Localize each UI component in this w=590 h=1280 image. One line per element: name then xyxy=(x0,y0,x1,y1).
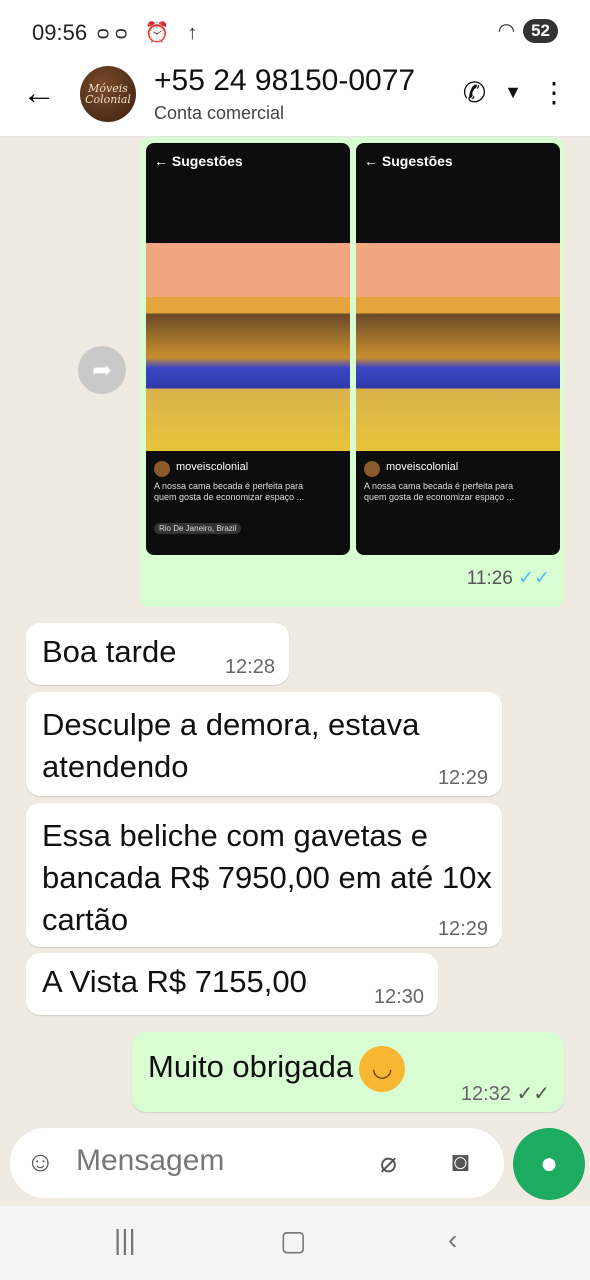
message-bubble[interactable]: Desculpe a demora, estava atendendo 12:2… xyxy=(26,692,502,796)
status-bar: 09:56 ᴑᴑ ⏰ ↑ ◠ 52 xyxy=(0,0,590,60)
contact-subtitle: Conta comercial xyxy=(154,103,285,123)
message-bubble[interactable]: Essa beliche com gavetas e bancada R$ 79… xyxy=(26,803,502,947)
message-input[interactable]: Mensagem xyxy=(76,1144,224,1178)
bunk-bed-photo xyxy=(356,243,560,451)
status-right: ◠ 52 xyxy=(498,18,558,43)
message-text: Muito obrigada ◡ xyxy=(148,1046,406,1092)
message-bubble[interactable]: A Vista R$ 7155,00 12:30 xyxy=(26,953,438,1015)
message-time: 12:28 xyxy=(224,656,275,678)
forward-icon[interactable]: ➦ xyxy=(78,346,126,394)
message-time: 12:29 xyxy=(437,767,488,789)
bunk-bed-photo xyxy=(146,243,350,451)
sticker-icon[interactable]: ☺ xyxy=(26,1146,55,1178)
back-nav-icon[interactable]: ‹ xyxy=(448,1224,457,1256)
dropdown-icon[interactable]: ▼ xyxy=(504,82,522,103)
message-bubble[interactable]: Boa tarde 12:28 xyxy=(26,623,289,685)
more-options-icon[interactable]: ⋮ xyxy=(540,76,568,109)
back-arrow-icon[interactable]: ← xyxy=(22,74,56,113)
screenshot-image-1[interactable]: ← Sugestões moveiscolonial A nossa cama … xyxy=(146,143,350,555)
message-text: Essa beliche com gavetas e bancada R$ 79… xyxy=(42,818,492,937)
message-time: 12:32 ✓✓ xyxy=(460,1083,550,1105)
message-time: 12:30 xyxy=(373,986,424,1008)
shot-title: ← Sugestões xyxy=(364,153,453,169)
battery-badge: 52 xyxy=(523,18,558,43)
delivered-ticks-icon: ✓✓ xyxy=(516,1083,550,1105)
shot-account: moveiscolonial xyxy=(176,461,249,473)
mic-icon: ● xyxy=(539,1147,559,1180)
contact-name[interactable]: +55 24 98150-0077 xyxy=(154,64,415,98)
wifi-icon: ◠ xyxy=(497,20,516,42)
shot-caption: A nossa cama becada é perfeita para quem… xyxy=(154,481,305,502)
avatar[interactable]: Móveis Colonial xyxy=(80,66,136,122)
image-message[interactable]: ← Sugestões moveiscolonial A nossa cama … xyxy=(140,137,564,607)
avatar-logo-text: Móveis Colonial xyxy=(85,82,131,106)
attach-icon[interactable]: ⌀ xyxy=(380,1146,397,1179)
account-avatar xyxy=(154,461,170,477)
shot-account: moveiscolonial xyxy=(386,461,459,473)
chat-area: ➦ ← Sugestões moveiscolonial A nossa cam… xyxy=(0,137,590,1127)
home-icon[interactable]: ▢ xyxy=(280,1224,306,1257)
phone-icon[interactable]: ✆ xyxy=(463,76,486,109)
message-text: A Vista R$ 7155,00 xyxy=(42,964,307,999)
smiling-emoji-icon: ◡ xyxy=(359,1046,406,1092)
header-actions: ✆ ▼ ⋮ xyxy=(463,76,568,109)
message-time: 12:29 xyxy=(437,918,488,940)
account-avatar xyxy=(364,461,380,477)
recent-apps-icon[interactable]: ||| xyxy=(114,1224,136,1256)
shot-title: ← Sugestões xyxy=(154,153,243,169)
camera-icon[interactable]: ◙ xyxy=(452,1146,469,1178)
system-nav-bar: ||| ▢ ‹ xyxy=(0,1206,590,1280)
message-bubble-outgoing[interactable]: Muito obrigada ◡ 12:32 ✓✓ xyxy=(132,1032,564,1112)
read-ticks-icon: ✓✓ xyxy=(518,568,550,589)
shot-location: Rio De Janeiro, Brazil xyxy=(154,523,242,534)
mic-button[interactable]: ● xyxy=(513,1128,585,1200)
chat-header: ← Móveis Colonial +55 24 98150-0077 Cont… xyxy=(0,60,590,137)
message-input-bar: ☺ Mensagem ⌀ ◙ xyxy=(10,1128,504,1198)
screenshot-image-2[interactable]: ← Sugestões moveiscolonial A nossa cama … xyxy=(356,143,560,555)
status-time: 09:56 xyxy=(32,20,88,45)
shot-caption: A nossa cama becada é perfeita para quem… xyxy=(364,481,515,502)
status-icons: ᴑᴑ ⏰ ↑ xyxy=(97,22,204,44)
message-time: 11:26 ✓✓ xyxy=(466,568,550,589)
message-text: Boa tarde xyxy=(42,634,177,669)
message-text: Desculpe a demora, estava atendendo xyxy=(42,707,420,784)
